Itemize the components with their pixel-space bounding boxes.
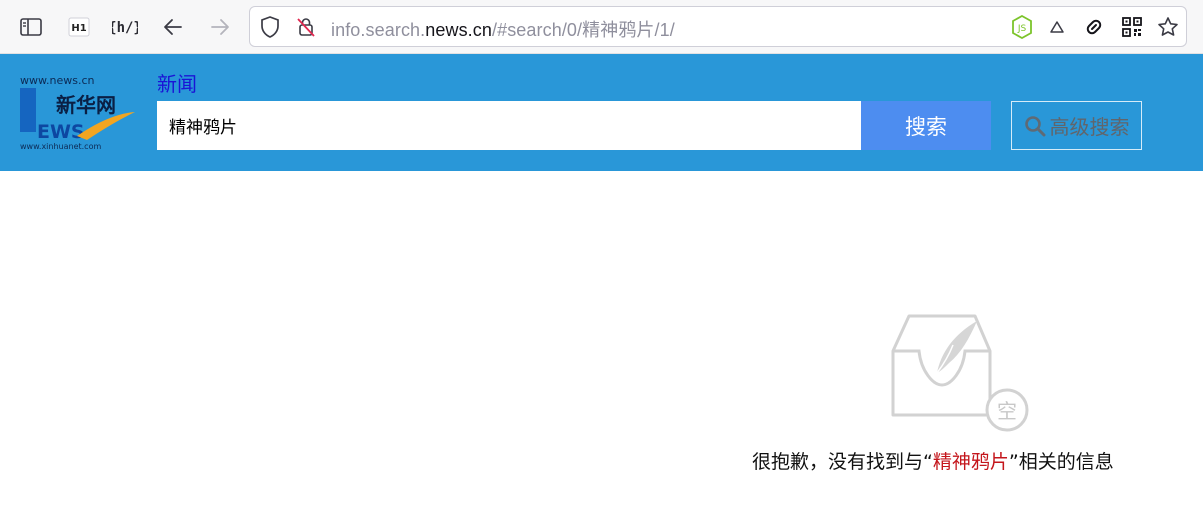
svg-text:H1: H1 xyxy=(71,23,86,34)
search-button[interactable]: 搜索 xyxy=(861,101,991,150)
message-prefix: 很抱歉，没有找到与 xyxy=(752,451,924,473)
url-host-prefix: info.search. xyxy=(331,20,426,40)
nodejs-icon[interactable]: JS xyxy=(1010,15,1034,39)
back-arrow-icon[interactable] xyxy=(157,11,189,43)
empty-icon-char: 空 xyxy=(997,399,1017,423)
url-bar[interactable]: info.search.news.cn/#search/0/精神鸦片/1/ JS xyxy=(249,6,1187,47)
star-icon[interactable] xyxy=(1156,15,1180,39)
svg-text:{h/}: {h/} xyxy=(112,20,138,36)
url-text[interactable]: info.search.news.cn/#search/0/精神鸦片/1/ xyxy=(331,16,675,42)
h1-icon[interactable]: H1 xyxy=(63,11,95,43)
advanced-search-button[interactable]: 高级搜索 xyxy=(1011,101,1142,150)
advanced-search-label: 高级搜索 xyxy=(1049,115,1130,139)
browser-toolbar: H1 {h/} info.search.news.cn/#search/0/精神… xyxy=(0,0,1203,54)
xinhua-logo[interactable]: www.news.cn 新华网 EWS www.xinhuanet.com xyxy=(19,74,137,152)
tracking-blocked-icon[interactable] xyxy=(294,15,318,39)
site-header: www.news.cn 新华网 EWS www.xinhuanet.com 新闻… xyxy=(0,54,1203,171)
qr-code-icon[interactable] xyxy=(1120,15,1144,39)
sidebar-icon[interactable] xyxy=(15,11,47,43)
search-input[interactable] xyxy=(157,101,861,150)
triangle-icon[interactable] xyxy=(1045,15,1069,39)
url-path: /#search/0/精神鸦片/1/ xyxy=(491,20,675,40)
magnifier-icon xyxy=(1024,115,1045,136)
message-suffix: 相关的信息 xyxy=(1018,451,1114,473)
quote-close: ” xyxy=(1008,451,1019,473)
logo-text-news: EWS xyxy=(37,121,85,143)
quote-open: “ xyxy=(923,451,933,473)
empty-result-message: 很抱歉，没有找到与“精神鸦片”相关的信息 xyxy=(752,447,1114,474)
svg-text:JS: JS xyxy=(1017,24,1027,34)
nav-news-link[interactable]: 新闻 xyxy=(157,68,197,97)
hv-icon[interactable]: {h/} xyxy=(109,11,141,43)
search-keyword: 精神鸦片 xyxy=(932,451,1009,473)
logo-text-cn: 新华网 xyxy=(56,93,116,117)
link-icon[interactable] xyxy=(1082,15,1106,39)
empty-inbox-icon: 空 xyxy=(889,313,1031,435)
logo-text-bottom: www.xinhuanet.com xyxy=(20,142,101,151)
url-host: news.cn xyxy=(425,20,492,40)
shield-icon[interactable] xyxy=(258,15,282,39)
logo-text-top: www.news.cn xyxy=(20,74,94,87)
forward-arrow-icon[interactable] xyxy=(204,11,236,43)
